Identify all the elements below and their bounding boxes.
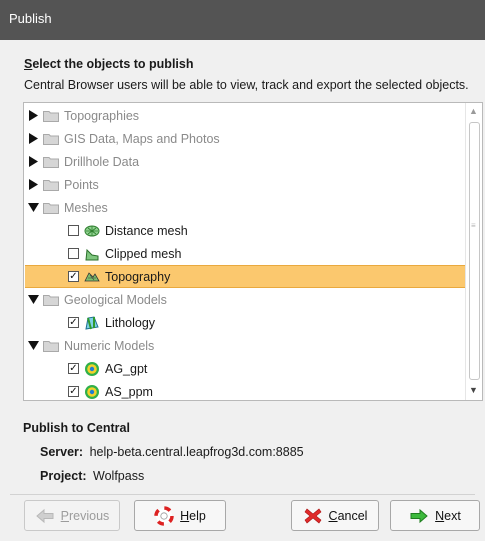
numeric-model-icon — [84, 384, 100, 400]
clipped-mesh-icon — [84, 246, 100, 262]
scroll-up-arrow-icon[interactable]: ▲ — [469, 106, 478, 116]
expand-down-triangle-icon[interactable] — [27, 202, 39, 214]
scrollbar-grip-icon: ≡ — [471, 221, 476, 230]
next-button[interactable]: Next — [390, 500, 480, 531]
tree-item-label: Meshes — [64, 200, 108, 215]
tree-item-label: Clipped mesh — [105, 246, 182, 261]
tree-item-label: Drillhole Data — [64, 154, 140, 169]
window-title: Publish — [9, 11, 52, 26]
tree-item-label: Distance mesh — [105, 223, 188, 238]
server-label: Server: — [40, 445, 84, 459]
publish-description: Central Browser users will be able to vi… — [24, 78, 469, 92]
tree-object-row[interactable]: Clipped mesh — [25, 242, 482, 265]
tree-item-label: Points — [64, 177, 99, 192]
window-titlebar: Publish — [0, 0, 485, 40]
tree-item-label: AS_ppm — [105, 384, 153, 399]
folder-icon — [43, 133, 59, 145]
folder-icon — [43, 110, 59, 122]
server-value: help-beta.central.leapfrog3d.com:8885 — [89, 445, 304, 459]
distance-mesh-icon — [84, 223, 100, 239]
object-checkbox[interactable] — [68, 248, 79, 259]
tree-vertical-scrollbar[interactable]: ▲ ≡ ▼ — [465, 103, 482, 400]
tree-object-row[interactable]: Distance mesh — [25, 219, 482, 242]
server-row: Server: help-beta.central.leapfrog3d.com… — [40, 445, 304, 459]
object-checkbox[interactable]: ✓ — [68, 386, 79, 397]
tree-item-label: GIS Data, Maps and Photos — [64, 131, 220, 146]
folder-icon — [43, 179, 59, 191]
project-row: Project: Wolfpass — [40, 469, 144, 483]
publish-to-central-heading: Publish to Central — [23, 421, 130, 435]
lifebuoy-icon — [154, 505, 174, 526]
expand-right-triangle-icon[interactable] — [27, 110, 39, 122]
lithology-icon — [84, 315, 100, 331]
red-x-icon — [304, 508, 321, 523]
topography-icon — [84, 269, 100, 285]
arrow-right-icon — [410, 508, 428, 523]
tree-item-label: Lithology — [105, 315, 156, 330]
expand-right-triangle-icon[interactable] — [27, 179, 39, 191]
tree-folder-row[interactable]: Meshes — [25, 196, 468, 219]
object-checkbox[interactable]: ✓ — [68, 363, 79, 374]
folder-icon — [43, 340, 59, 352]
object-checkbox[interactable] — [68, 225, 79, 236]
expand-down-triangle-icon[interactable] — [27, 294, 39, 306]
expand-down-triangle-icon[interactable] — [27, 340, 39, 352]
tree-folder-row[interactable]: Drillhole Data — [25, 150, 468, 173]
cancel-button[interactable]: Cancel — [291, 500, 379, 531]
tree-object-row[interactable]: ✓ Topography — [25, 265, 466, 288]
help-button[interactable]: Help — [134, 500, 226, 531]
numeric-model-icon — [84, 361, 100, 377]
button-divider — [10, 494, 475, 495]
tree-folder-row[interactable]: Points — [25, 173, 468, 196]
tree-folder-row[interactable]: Topographies — [25, 104, 468, 127]
previous-button[interactable]: Previous — [24, 500, 120, 531]
project-value: Wolfpass — [93, 469, 145, 483]
object-checkbox[interactable]: ✓ — [68, 271, 79, 282]
scroll-down-arrow-icon[interactable]: ▼ — [469, 385, 478, 395]
tree-folder-row[interactable]: Numeric Models — [25, 334, 468, 357]
project-label: Project: — [40, 469, 87, 483]
tree-object-row[interactable]: ✓ AS_ppm — [25, 380, 482, 400]
object-checkbox[interactable]: ✓ — [68, 317, 79, 328]
tree-object-row[interactable]: ✓ Lithology — [25, 311, 482, 334]
objects-tree[interactable]: Topographies GIS Data, Maps and Photos Dri… — [23, 102, 483, 401]
tree-item-label: Geological Models — [64, 292, 167, 307]
folder-icon — [43, 202, 59, 214]
expand-right-triangle-icon[interactable] — [27, 133, 39, 145]
tree-folder-row[interactable]: Geological Models — [25, 288, 468, 311]
tree-item-label: Topography — [105, 269, 171, 284]
folder-icon — [43, 156, 59, 168]
folder-icon — [43, 294, 59, 306]
tree-item-label: AG_gpt — [105, 361, 148, 376]
expand-right-triangle-icon[interactable] — [27, 156, 39, 168]
scrollbar-thumb[interactable] — [469, 122, 480, 380]
tree-item-label: Numeric Models — [64, 338, 155, 353]
arrow-left-icon — [35, 508, 54, 523]
select-objects-heading: Select the objects to publish — [24, 57, 194, 71]
tree-folder-row[interactable]: GIS Data, Maps and Photos — [25, 127, 468, 150]
tree-item-label: Topographies — [64, 108, 140, 123]
tree-object-row[interactable]: ✓ AG_gpt — [25, 357, 482, 380]
